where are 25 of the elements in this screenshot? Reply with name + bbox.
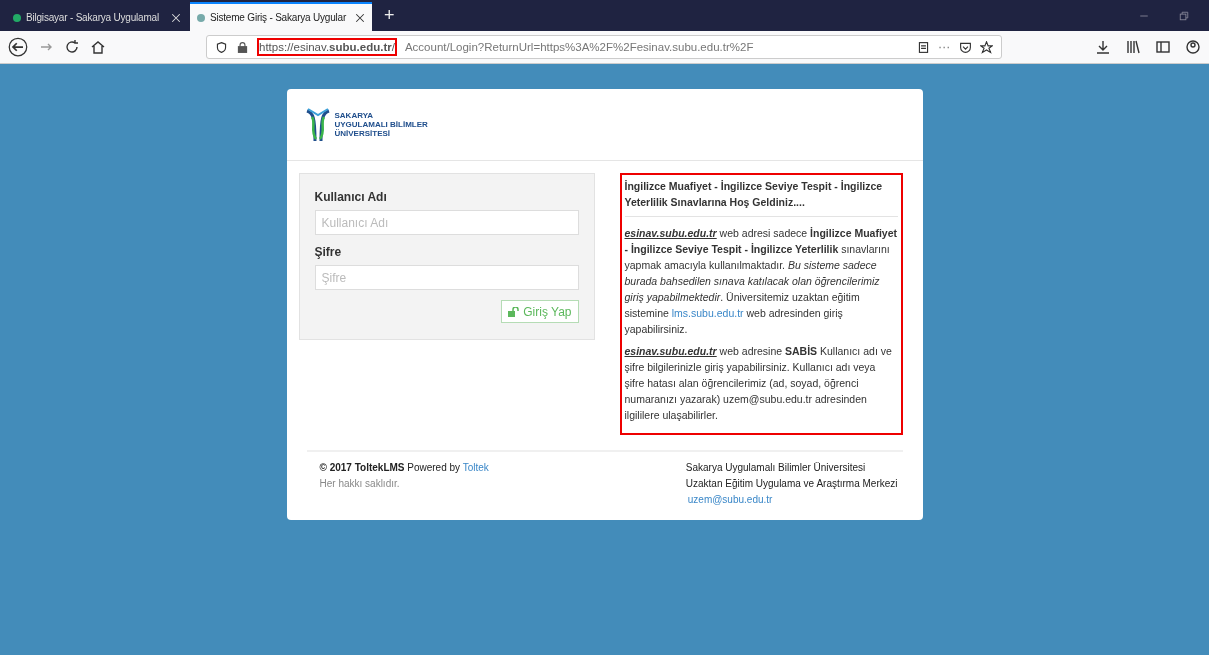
link[interactable]: lms.subu.edu.tr <box>671 307 744 319</box>
url-host: https://esinav.subu.edu.tr/ <box>257 38 397 56</box>
field-label: Kullanıcı Adı <box>314 190 388 204</box>
input-field[interactable]: Kullanıcı Adı <box>314 210 579 236</box>
info-paragraph: esinav.subu.edu.tr web adresine SABİS Kullanıcı adı ve şifre bilgilerinizle giriş yapabilirsiniz. Kullanıcı adı veya şifre hatası alan öğrencilerimiz (ad, soyad, öğrenci numaranızı yazarak) uzem@subu.edu.tr adresinden ilgililere ulaşabilirler. <box>624 344 893 423</box>
logo-text: SAKARYA <box>334 111 375 120</box>
logo-text: UYGULAMALI BİLİMLER <box>334 120 428 129</box>
address-bar[interactable]: https://esinav.subu.edu.tr/ Account/Login?ReturnUrl=https%3A%2F%2Fesinav.subu.edu.tr%2F <box>206 35 1002 59</box>
field-label: Şifre <box>314 245 343 260</box>
copyright-text: © 2017 ToltekLMS Powered by Toltek <box>319 461 489 475</box>
input-field[interactable]: Şifre <box>314 265 579 291</box>
email-link[interactable]: uzem@subu.edu.tr <box>687 492 898 508</box>
institution-text: Uzaktan Eğitim Uygulama ve Araştırma Merkezi <box>685 477 898 491</box>
url-path: Account/Login?ReturnUrl=https%3A%2F%2Fesinav.subu.edu.tr%2F <box>404 41 755 53</box>
info-title: İngilizce Muafiyet - İngilizce Seviye Tespit - İngilizce Yeterlilik Sınavlarına Hoş Geldiniz.... <box>624 178 898 217</box>
browser-tab[interactable]: Sisteme Giriş - Sakarya Uygular <box>190 2 372 31</box>
logo-text: ÜNİVERSİTESİ <box>334 129 392 138</box>
site-link[interactable]: esinav.subu.edu.tr <box>624 227 717 239</box>
link[interactable]: Toltek <box>462 462 489 473</box>
info-paragraph: esinav.subu.edu.tr web adresi sadece İngilizce Muafiyet - İngilizce Seviye Tespit - İngilizce Yeterlilik sınavlarını yapmak amacıyla kullanılmaktadır. Bu sisteme sadece burada bahsedilen sınava katılacak olan öğrencilerimiz giriş yapabilmektedir. Üniversitemiz uzaktan eğitim sistemine lms.subu.edu.tr web adresinden giriş yapabilirsiniz. <box>624 226 898 337</box>
new-tab-button[interactable]: + <box>374 5 405 26</box>
browser-tab[interactable]: Bilgisayar - Sakarya Uygulamal <box>6 2 188 31</box>
institution-text: Sakarya Uygulamalı Bilimler Üniversitesi <box>685 461 867 475</box>
site-link[interactable]: esinav.subu.edu.tr <box>624 345 717 357</box>
rights-text: Her hakkı saklıdır. <box>319 477 401 491</box>
